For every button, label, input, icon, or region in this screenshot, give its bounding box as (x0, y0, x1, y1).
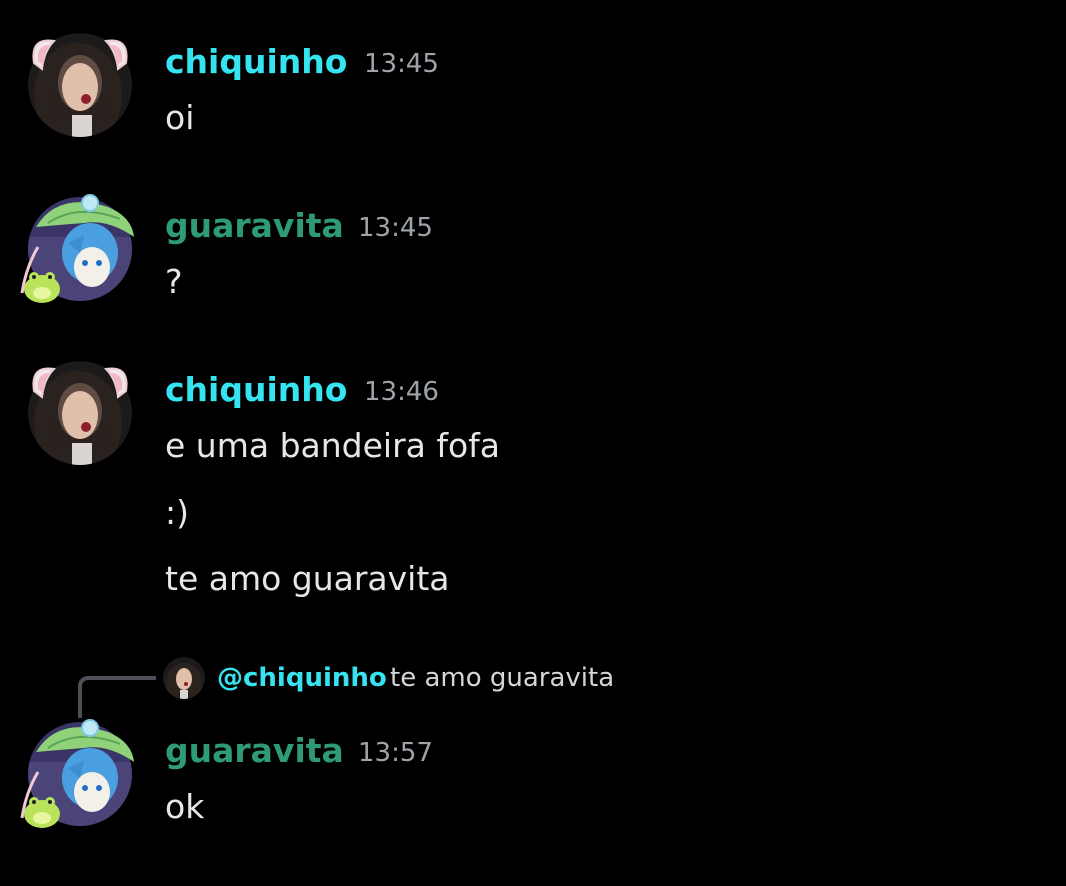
author-name[interactable]: chiquinho (165, 42, 347, 82)
author-name[interactable]: guaravita (165, 731, 344, 771)
timestamp: 13:46 (364, 377, 439, 407)
avatar-chiquinho[interactable] (28, 33, 132, 137)
reply-avatar-chiquinho[interactable] (163, 657, 205, 699)
author-name[interactable]: chiquinho (165, 370, 347, 410)
reply-connector (78, 676, 156, 718)
timestamp: 13:57 (358, 738, 433, 768)
timestamp: 13:45 (358, 213, 433, 243)
message-text: te amo guaravita (165, 559, 450, 598)
author-name[interactable]: guaravita (165, 206, 344, 246)
message-text: ? (165, 262, 183, 301)
reply-preview-text[interactable]: te amo guaravita (390, 661, 614, 695)
timestamp: 13:45 (364, 49, 439, 79)
reply-mention[interactable]: @chiquinho (217, 661, 387, 695)
message-text: ok (165, 787, 205, 826)
message-text: e uma bandeira fofa (165, 426, 500, 465)
avatar-chiquinho[interactable] (28, 361, 132, 465)
message-text: oi (165, 98, 195, 137)
chat-message-list: chiquinho 13:45 oi guaravita 13:45 ? chi… (0, 0, 1066, 886)
message-text: :) (165, 493, 189, 532)
avatar-guaravita[interactable] (20, 194, 134, 303)
avatar-guaravita[interactable] (20, 719, 134, 828)
